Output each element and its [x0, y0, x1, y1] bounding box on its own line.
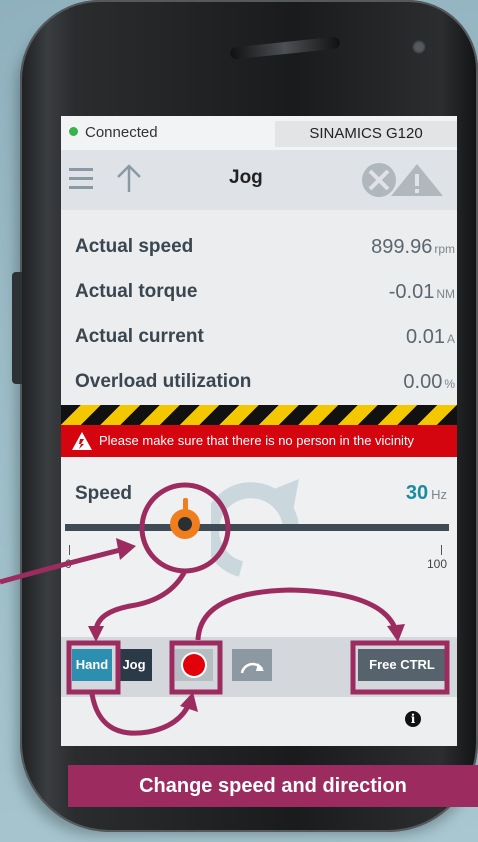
speed-control-panel: Speed 30 Hz 0 100 — [61, 457, 457, 637]
connection-status-icon — [69, 127, 78, 136]
alarm-icon[interactable] — [355, 160, 450, 200]
value-reading: 899.96 rpm — [371, 236, 455, 258]
value-reading: -0.01 NM — [388, 281, 455, 303]
rotation-direction-icon — [240, 662, 264, 674]
value-reading: 0.00% — [403, 371, 455, 393]
value-row-current: Actual current 0.01 A — [61, 318, 457, 358]
slider-knob-center — [178, 517, 192, 531]
front-camera — [412, 40, 426, 54]
footer-bar: i — [61, 697, 457, 746]
value-reading: 0.01 A — [406, 326, 455, 348]
value-label: Actual speed — [75, 236, 194, 257]
status-bar: Connected SINAMICS G120 — [61, 116, 457, 150]
speed-setpoint: 30 Hz — [405, 482, 447, 504]
slider-max-tick — [441, 545, 442, 555]
free-ctrl-button[interactable]: Free CTRL — [358, 649, 446, 681]
slider-min-tick — [69, 545, 70, 555]
slider-min-label: 0 — [65, 557, 72, 571]
record-icon — [183, 654, 205, 676]
connection-status-text: Connected — [85, 124, 158, 141]
warning-icon — [72, 432, 92, 450]
arrow-up-icon[interactable] — [116, 164, 142, 194]
value-label: Actual current — [75, 326, 204, 347]
control-toolbar: Hand Jog Free CTRL — [61, 637, 457, 697]
page-title: Jog — [229, 167, 263, 188]
value-row-torque: Actual torque -0.01 NM — [61, 273, 457, 313]
actual-values-panel: Actual speed 899.96 rpm Actual torque -0.… — [61, 210, 457, 405]
speed-slider-track[interactable] — [65, 524, 449, 531]
value-label: Overload utilization — [75, 371, 252, 392]
speaker-grille — [229, 36, 341, 60]
jog-button[interactable]: Jog — [116, 649, 152, 681]
title-bar: Jog — [61, 150, 457, 210]
app-screen: Connected SINAMICS G120 Jog Actual speed… — [61, 116, 457, 746]
info-icon[interactable]: i — [405, 711, 421, 727]
side-button — [12, 272, 22, 384]
caption-banner: Change speed and direction — [68, 765, 478, 807]
value-row-speed: Actual speed 899.96 rpm — [61, 228, 457, 268]
warning-text: Please make sure that there is no person… — [99, 433, 415, 448]
safety-warning-banner: Please make sure that there is no person… — [61, 425, 457, 457]
slider-max-label: 100 — [426, 557, 447, 571]
menu-icon[interactable] — [69, 168, 93, 190]
hazard-stripe — [61, 405, 457, 425]
value-row-overload: Overload utilization 0.00% — [61, 363, 457, 403]
speed-label: Speed — [75, 483, 133, 504]
hand-button[interactable]: Hand — [72, 649, 112, 681]
direction-button[interactable] — [232, 649, 272, 681]
value-label: Actual torque — [75, 281, 198, 302]
start-stop-button[interactable] — [175, 649, 213, 681]
device-name: SINAMICS G120 — [275, 121, 457, 147]
